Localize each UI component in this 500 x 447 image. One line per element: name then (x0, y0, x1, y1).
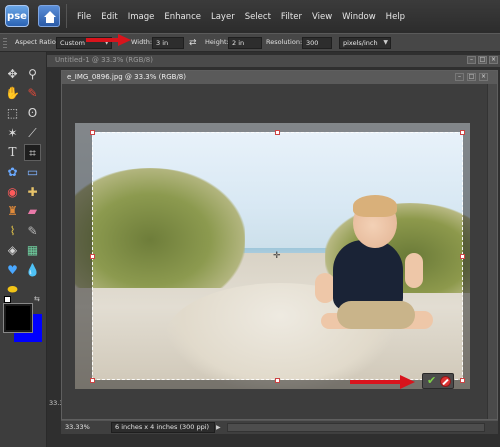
chevron-right-icon[interactable]: ▶ (216, 422, 224, 433)
home-button[interactable] (38, 5, 60, 27)
document-title: e_IMG_0896.jpg @ 33.3% (RGB/8) (67, 73, 186, 81)
shape-icon[interactable]: ♥ (4, 262, 21, 279)
width-field[interactable]: 3 in (152, 37, 184, 49)
crop-center-icon: ✛ (273, 251, 281, 261)
status-bar: 33.33% 6 inches x 4 inches (300 ppi) ▶ (61, 420, 498, 434)
annotation-arrow (350, 375, 415, 389)
aspect-ratio-label: Aspect Ratio: (15, 38, 59, 46)
commit-checkmark-icon[interactable]: ✔ (427, 375, 436, 387)
background-document-title: Untitled-1 @ 33.3% (RGB/8) (55, 56, 153, 64)
resolution-unit-value: pixels/inch (343, 39, 378, 47)
magic-wand-icon[interactable]: ✶ (4, 125, 21, 142)
blur-icon[interactable]: 💧 (24, 262, 41, 279)
lasso-icon[interactable]: ʘ (24, 105, 41, 122)
paint-bucket-icon[interactable]: ◈ (4, 242, 21, 259)
tool-options-bar: Aspect Ratio: Custom ▼ Width: 3 in ⇄ Hei… (0, 33, 500, 52)
home-icon (44, 11, 56, 23)
eyedropper-icon[interactable]: ✎ (24, 85, 41, 102)
eraser-icon[interactable]: ▰ (24, 203, 41, 220)
maximize-button[interactable]: □ (467, 73, 476, 81)
selection-brush-icon[interactable]: ⟋ (24, 125, 41, 142)
height-field[interactable]: 2 in (228, 37, 262, 49)
crop-commit-controls: ✔ (422, 373, 454, 389)
crop-handle[interactable] (460, 378, 465, 383)
menu-filter[interactable]: Filter (281, 12, 302, 22)
default-colors-icon[interactable] (4, 296, 11, 303)
cookie-cutter-icon[interactable]: ✿ (4, 164, 21, 181)
menu-edit[interactable]: Edit (101, 12, 117, 22)
type-icon[interactable]: T (4, 144, 21, 161)
zoom-icon[interactable]: ⚲ (24, 66, 41, 83)
smart-brush-icon[interactable]: ✎ (24, 223, 41, 240)
options-grip[interactable] (3, 38, 7, 49)
foreground-color-swatch[interactable] (3, 303, 33, 333)
zoom-level[interactable]: 33.33% (65, 423, 105, 433)
height-label: Height: (205, 38, 229, 46)
move-icon[interactable]: ✥ (4, 66, 21, 83)
menu-view[interactable]: View (312, 12, 332, 22)
resolution-field[interactable]: 300 (302, 37, 332, 49)
menu-enhance[interactable]: Enhance (164, 12, 201, 22)
crop-handle[interactable] (460, 130, 465, 135)
vertical-scrollbar[interactable] (487, 84, 497, 419)
menu-bar: pse File Edit Image Enhance Layer Select… (0, 0, 500, 33)
close-button[interactable]: × (479, 73, 488, 81)
minimize-button[interactable]: – (455, 73, 464, 81)
crop-shade-top (75, 123, 470, 132)
document-titlebar[interactable]: e_IMG_0896.jpg @ 33.3% (RGB/8) – □ × (62, 71, 497, 84)
gradient-icon[interactable]: ▦ (24, 242, 41, 259)
hand-icon[interactable]: ✋ (4, 85, 21, 102)
healing-brush-icon[interactable]: ✚ (24, 184, 41, 201)
crop-handle[interactable] (90, 378, 95, 383)
red-eye-icon[interactable]: ◉ (4, 184, 21, 201)
pse-logo: pse (5, 5, 29, 27)
crop-handle[interactable] (90, 254, 95, 259)
crop-handle[interactable] (90, 130, 95, 135)
annotation-arrow (86, 34, 131, 46)
width-label: Width: (131, 38, 153, 46)
straighten-icon[interactable]: ▭ (24, 164, 41, 181)
menu-file[interactable]: File (77, 12, 91, 22)
crop-handle[interactable] (460, 254, 465, 259)
chevron-down-icon: ▼ (383, 39, 388, 46)
menu-select[interactable]: Select (245, 12, 271, 22)
aspect-ratio-value: Custom (60, 39, 85, 47)
crop-handle[interactable] (275, 378, 280, 383)
toolbox: ✥ ⚲ ✋ ✎ ⬚ ʘ ✶ ⟋ T ⌗ ✿ ▭ ◉ ✚ ♜ ▰ ⌇ ✎ ◈ ▦ … (0, 52, 47, 447)
menu-window[interactable]: Window (342, 12, 376, 22)
close-button[interactable]: × (489, 56, 498, 64)
swap-colors-icon[interactable]: ⇆ (34, 295, 40, 303)
horizontal-scrollbar[interactable] (227, 423, 485, 432)
swap-dimensions-icon[interactable]: ⇄ (189, 38, 197, 48)
menu-help[interactable]: Help (386, 12, 405, 22)
menu-layer[interactable]: Layer (211, 12, 235, 22)
crop-handle[interactable] (275, 130, 280, 135)
resolution-label: Resolution: (266, 38, 303, 46)
photoshop-elements-window: pse File Edit Image Enhance Layer Select… (0, 0, 500, 447)
resolution-unit-select[interactable]: pixels/inch ▼ (339, 37, 391, 49)
clone-stamp-icon[interactable]: ♜ (4, 203, 21, 220)
brush-icon[interactable]: ⌇ (4, 223, 21, 240)
document-info: 6 inches x 4 inches (300 ppi) (111, 422, 215, 433)
menu-items: File Edit Image Enhance Layer Select Fil… (77, 0, 415, 33)
menu-image[interactable]: Image (128, 12, 155, 22)
cancel-icon[interactable] (440, 376, 451, 387)
crop-icon[interactable]: ⌗ (24, 144, 41, 161)
minimize-button[interactable]: – (467, 56, 476, 64)
background-document-titlebar[interactable]: Untitled-1 @ 33.3% (RGB/8) – □ × (47, 55, 500, 67)
maximize-button[interactable]: □ (478, 56, 487, 64)
marquee-icon[interactable]: ⬚ (4, 105, 21, 122)
menu-separator (66, 4, 67, 28)
